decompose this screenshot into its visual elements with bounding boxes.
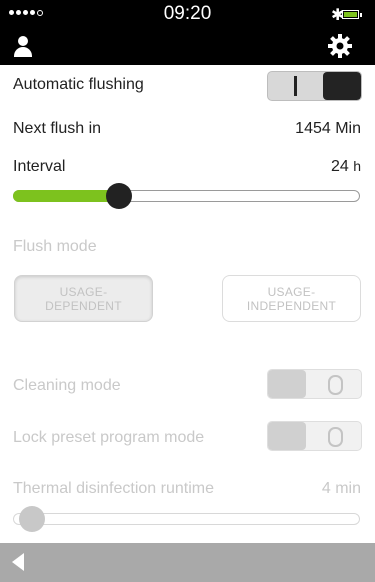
user-icon[interactable] — [13, 36, 33, 57]
next-flush-label: Next flush in — [13, 120, 102, 137]
usage-dependent-line1: USAGE- — [59, 284, 108, 299]
interval-number: 24 — [330, 158, 349, 175]
thermal-runtime-value: 4 min — [321, 480, 361, 497]
gear-icon[interactable] — [328, 34, 352, 58]
interval-unit: h — [353, 158, 361, 174]
thermal-runtime-label: Thermal disinfection runtime — [13, 480, 214, 497]
usage-dependent-line2: DEPENDENT — [45, 298, 122, 313]
toggle-off-mark — [328, 375, 343, 395]
back-arrow-icon[interactable] — [12, 553, 24, 571]
toggle-on-mark — [294, 76, 297, 96]
interval-value: 24 h — [331, 158, 361, 176]
interval-label: Interval — [13, 158, 66, 175]
interval-slider[interactable] — [13, 183, 360, 209]
battery-icon — [342, 10, 362, 19]
thermal-runtime-slider[interactable] — [13, 506, 360, 532]
status-bar: 09:20 ✱ — [0, 0, 375, 28]
usage-independent-button[interactable]: USAGE- INDEPENDENT — [222, 275, 361, 322]
usage-independent-line2: INDEPENDENT — [246, 298, 337, 313]
thermal-runtime-slider-thumb[interactable] — [19, 506, 45, 532]
interval-slider-fill — [13, 190, 119, 202]
next-flush-value: 1454 Min — [295, 120, 361, 137]
app-header — [0, 28, 375, 65]
toggle-off-mark — [328, 427, 343, 447]
flush-mode-label: Flush mode — [13, 238, 97, 255]
cleaning-mode-toggle[interactable] — [267, 369, 362, 399]
bottom-bar — [0, 543, 375, 582]
lock-preset-toggle[interactable] — [267, 421, 362, 451]
cleaning-mode-label: Cleaning mode — [13, 377, 121, 394]
interval-slider-thumb[interactable] — [106, 183, 132, 209]
lock-preset-label: Lock preset program mode — [13, 429, 205, 446]
usage-dependent-button[interactable]: USAGE- DEPENDENT — [14, 275, 153, 322]
usage-independent-line1: USAGE- — [267, 284, 316, 299]
automatic-flushing-label: Automatic flushing — [13, 76, 144, 93]
status-time: 09:20 — [163, 3, 212, 24]
automatic-flushing-toggle[interactable] — [267, 71, 362, 101]
